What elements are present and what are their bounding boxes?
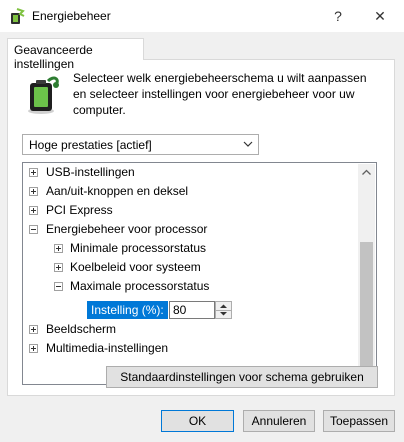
settings-tree[interactable]: USB-instellingen Aan/uit-knoppen en deks… xyxy=(22,162,377,385)
expand-icon[interactable] xyxy=(54,263,63,272)
scrollbar-thumb[interactable] xyxy=(360,242,373,367)
setting-label: Instelling (%): xyxy=(87,301,168,319)
expand-icon[interactable] xyxy=(29,187,38,196)
description-text: Selecteer welk energiebeheerschema u wil… xyxy=(73,71,367,117)
collapse-icon[interactable] xyxy=(54,282,63,291)
tree-item-label: Maximale processorstatus xyxy=(70,279,210,293)
power-options-icon xyxy=(11,8,25,24)
tree-item-label: Koelbeleid voor systeem xyxy=(70,260,201,274)
close-button[interactable]: ✕ xyxy=(368,5,392,27)
tree-item-label: USB-instellingen xyxy=(46,165,135,179)
expand-icon[interactable] xyxy=(29,206,38,215)
tab-advanced-settings[interactable]: Geavanceerde instellingen xyxy=(7,38,144,71)
expand-icon[interactable] xyxy=(29,325,38,334)
dialog-content: Geavanceerde instellingen Selecteer welk… xyxy=(0,32,404,442)
setting-value-input[interactable]: 80 xyxy=(169,301,215,319)
expand-icon[interactable] xyxy=(54,244,63,253)
battery-power-icon xyxy=(28,76,59,114)
collapse-icon[interactable] xyxy=(29,225,38,234)
cancel-button[interactable]: Annuleren xyxy=(243,410,315,432)
expand-icon[interactable] xyxy=(29,168,38,177)
tree-item-label: Minimale processorstatus xyxy=(70,241,207,255)
tree-item-label: Aan/uit-knoppen en deksel xyxy=(46,184,189,198)
power-scheme-value: Hoge prestaties [actief] xyxy=(29,138,152,152)
tree-item-label: PCI Express xyxy=(46,203,113,217)
chevron-down-icon xyxy=(243,141,253,147)
power-scheme-dropdown[interactable]: Hoge prestaties [actief] xyxy=(22,134,259,155)
help-button[interactable]: ? xyxy=(326,5,350,27)
restore-defaults-button[interactable]: Standaardinstellingen voor schema gebrui… xyxy=(106,366,378,388)
tree-item-label: Energiebeheer voor processor xyxy=(46,222,208,236)
ok-button[interactable]: OK xyxy=(161,410,234,432)
value-spinner[interactable] xyxy=(215,301,232,319)
apply-button[interactable]: Toepassen xyxy=(323,410,395,432)
tree-item-label: Multimedia-instellingen xyxy=(46,341,169,355)
scroll-up-icon[interactable] xyxy=(358,164,375,181)
vertical-scrollbar[interactable] xyxy=(358,164,375,383)
expand-icon[interactable] xyxy=(29,344,38,353)
spin-down-icon[interactable] xyxy=(216,310,231,318)
tree-item-label: Beeldscherm xyxy=(46,322,117,336)
window-title: Energiebeheer xyxy=(32,9,111,23)
title-bar: Energiebeheer ? ✕ xyxy=(0,0,404,32)
